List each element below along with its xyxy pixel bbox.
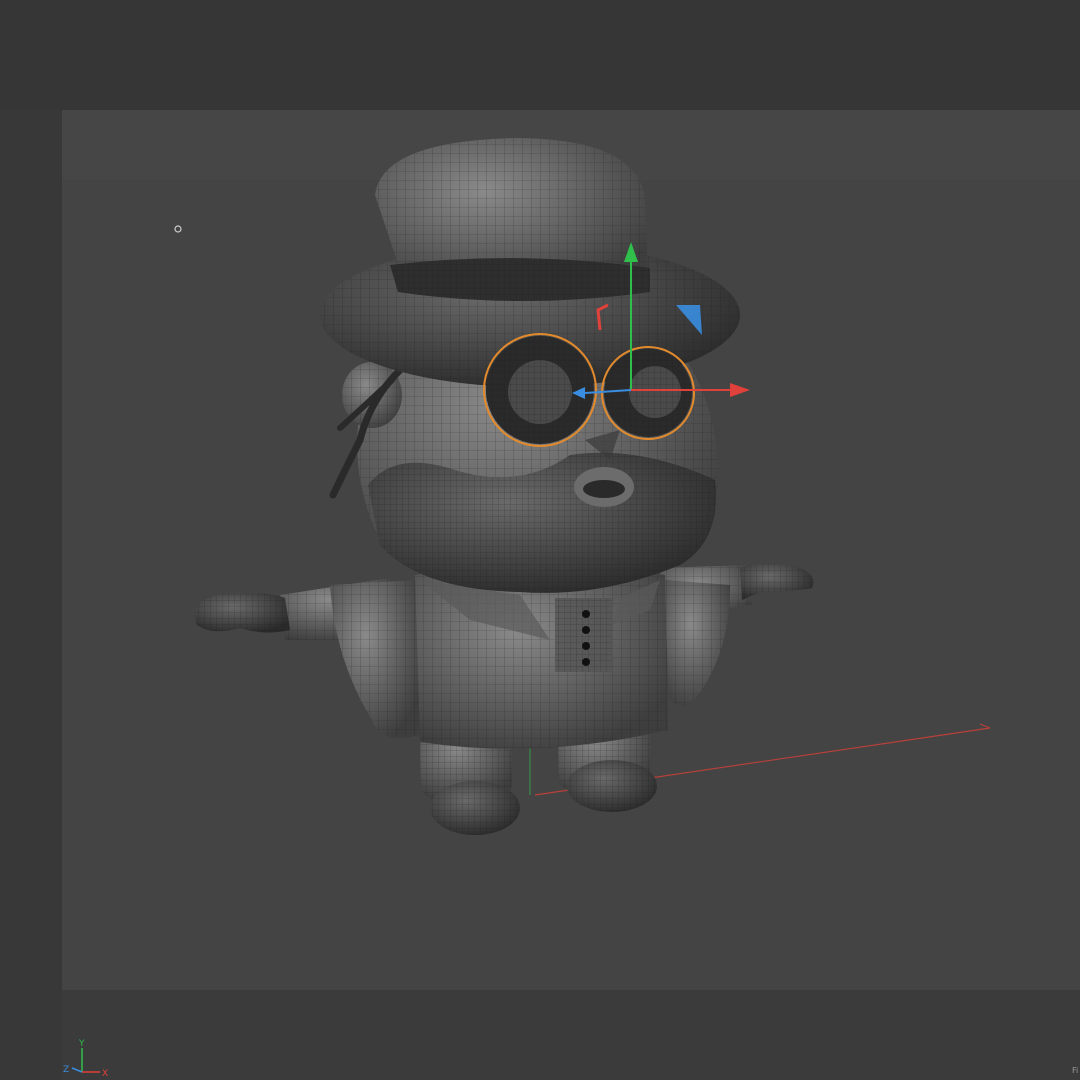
- axis-label-x: X: [102, 1069, 108, 1079]
- axis-label-z: Z: [63, 1065, 69, 1075]
- axis-label-y: Y: [78, 1039, 85, 1049]
- viewport-scene: Y Z X: [63, 138, 991, 1079]
- axis-indicator: Y Z X: [63, 1039, 108, 1079]
- pivot-marker: [174, 225, 182, 233]
- character-mesh[interactable]: [195, 138, 814, 835]
- corner-text: Fi: [1072, 1066, 1079, 1075]
